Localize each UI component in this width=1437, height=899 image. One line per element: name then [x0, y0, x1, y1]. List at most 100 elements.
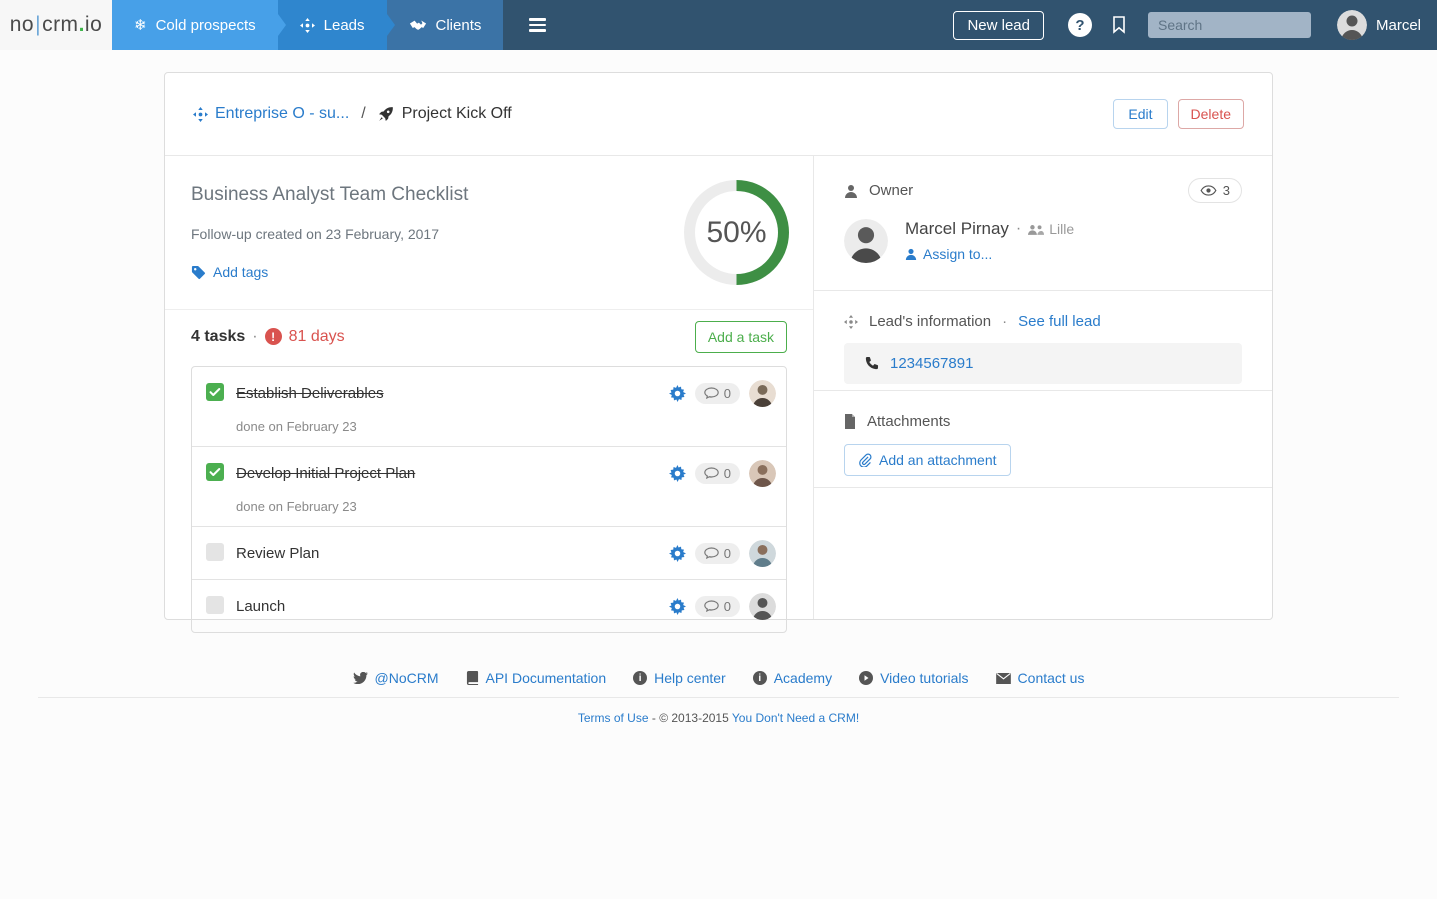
gear-icon[interactable]: [668, 544, 686, 562]
comments-button[interactable]: 0: [694, 595, 740, 617]
watchers-badge[interactable]: 3: [1187, 178, 1242, 203]
copyright-text: - © 2013-2015: [651, 711, 729, 725]
comment-bubble-icon: [704, 547, 719, 559]
footer-link-label: @NoCRM: [374, 670, 439, 686]
phone-number-link[interactable]: 1234567891: [890, 355, 973, 372]
footer-link-label: Video tutorials: [880, 670, 969, 686]
assign-to-link[interactable]: Assign to...: [905, 246, 992, 262]
gear-icon[interactable]: [668, 464, 686, 482]
edit-button[interactable]: Edit: [1113, 99, 1168, 129]
task-title[interactable]: Launch: [236, 598, 669, 615]
add-tags-label: Add tags: [213, 264, 269, 280]
info-icon: i: [752, 671, 767, 685]
gear-icon[interactable]: [668, 384, 686, 402]
logo-text-io: io: [84, 13, 103, 36]
info-icon: i: [633, 671, 648, 685]
comments-button[interactable]: 0: [694, 462, 740, 484]
tab-leads[interactable]: Leads: [277, 0, 395, 50]
menu-hamburger-icon[interactable]: [529, 18, 547, 32]
comments-button[interactable]: 0: [694, 542, 740, 564]
progress-ring: 50%: [684, 180, 789, 285]
task-done-date: done on February 23: [236, 498, 357, 514]
page: no | crm. io ❄ Cold prospects Leads Clients…: [0, 0, 1437, 899]
followup-card: Entreprise O - su... / Project Kick Off …: [164, 72, 1273, 633]
nocrm-logo[interactable]: no | crm. io: [0, 0, 112, 50]
see-full-lead-link[interactable]: See full lead: [1018, 313, 1101, 330]
user-name[interactable]: Marcel: [1376, 17, 1421, 34]
footer-link-label: Academy: [773, 670, 833, 686]
envelope-icon: [995, 672, 1011, 684]
crosshair-icon: [844, 314, 858, 329]
task-assignee-avatar[interactable]: [749, 379, 776, 407]
help-icon[interactable]: ?: [1067, 13, 1092, 37]
footer-link-label: API Documentation: [485, 670, 607, 686]
assign-to-label: Assign to...: [923, 246, 993, 262]
owner-heading: Owner: [869, 182, 914, 199]
tasks-dot: ·: [252, 327, 258, 345]
owner-team-label: Lille: [1049, 221, 1075, 237]
task-assignee-avatar[interactable]: [749, 459, 776, 487]
header-actions: Edit Delete: [1113, 99, 1244, 129]
footer-link-video-tutorials[interactable]: Video tutorials: [859, 670, 969, 686]
footer-link-help-center[interactable]: i Help center: [633, 670, 726, 686]
footer-link-api-docs[interactable]: API Documentation: [466, 670, 607, 686]
footer-link-contact-us[interactable]: Contact us: [995, 670, 1085, 686]
crosshair-icon: [299, 17, 315, 33]
search-input[interactable]: [1147, 12, 1311, 38]
person-icon: [844, 184, 858, 198]
play-icon: [859, 671, 874, 685]
tab-clients[interactable]: Clients: [386, 0, 504, 50]
lead-info-dot: ·: [1002, 313, 1008, 330]
add-task-button[interactable]: Add a task: [694, 320, 787, 353]
tasks-bar: 4 tasks · ! 81 days Add a task: [191, 310, 787, 366]
book-icon: [466, 671, 479, 685]
footer-link-academy[interactable]: i Academy: [752, 670, 833, 686]
watchers-count: 3: [1222, 183, 1230, 198]
task-list: Establish Deliverables 0 done on Februar…: [191, 365, 787, 633]
task-checkbox-checked[interactable]: [206, 462, 224, 481]
owner-dot: ·: [1015, 220, 1022, 237]
page-title: Project Kick Off: [378, 105, 512, 123]
rocket-icon: [378, 106, 394, 122]
task-row: Develop Initial Project Plan 0 done on F…: [192, 447, 786, 527]
task-title[interactable]: Establish Deliverables: [236, 385, 669, 402]
tab-cold-prospects[interactable]: ❄ Cold prospects: [112, 0, 286, 50]
brand-link[interactable]: You Don't Need a CRM!: [732, 711, 859, 725]
attachments-heading: Attachments: [867, 413, 951, 430]
task-assignee-avatar[interactable]: [749, 539, 776, 567]
gear-icon[interactable]: [668, 597, 686, 615]
task-title[interactable]: Develop Initial Project Plan: [236, 465, 669, 482]
eye-icon: [1200, 185, 1217, 196]
task-row: Establish Deliverables 0 done on Februar…: [192, 367, 786, 447]
add-attachment-button[interactable]: Add an attachment: [844, 444, 1011, 476]
navbar-right: New lead ? Marcel: [953, 10, 1437, 40]
owner-section: Owner 3 Marcel Pirnay · Lille Assign to.…: [814, 156, 1272, 291]
bookmark-icon[interactable]: [1112, 16, 1126, 34]
new-lead-button[interactable]: New lead: [953, 10, 1044, 40]
task-checkbox-unchecked[interactable]: [206, 542, 224, 561]
add-tags-link[interactable]: Add tags: [191, 264, 268, 280]
owner-avatar[interactable]: [844, 219, 888, 263]
tab-leads-label: Leads: [323, 16, 365, 34]
footer-divider: [38, 697, 1399, 698]
comment-bubble-icon: [704, 467, 719, 479]
lead-info-heading: Lead's information: [869, 313, 992, 330]
delete-button[interactable]: Delete: [1177, 99, 1244, 129]
terms-of-use-link[interactable]: Terms of Use: [578, 711, 649, 725]
progress-percent: 50%: [706, 215, 767, 249]
checklist-column: Business Analyst Team Checklist Follow-u…: [165, 156, 813, 633]
footer-link-twitter[interactable]: @NoCRM: [352, 670, 439, 686]
breadcrumb-lead-link[interactable]: Entreprise O - su...: [193, 105, 349, 123]
card-body: Business Analyst Team Checklist Follow-u…: [165, 156, 1272, 633]
add-attachment-label: Add an attachment: [879, 452, 997, 468]
footer-links: @NoCRM API Documentation i Help center i…: [0, 670, 1437, 686]
comment-count: 0: [723, 465, 731, 481]
comments-button[interactable]: 0: [694, 382, 740, 404]
task-checkbox-unchecked[interactable]: [206, 595, 224, 614]
task-assignee-avatar[interactable]: [749, 592, 776, 620]
footer-link-label: Contact us: [1017, 670, 1085, 686]
task-done-date: done on February 23: [236, 418, 357, 434]
task-title[interactable]: Review Plan: [236, 545, 669, 562]
task-checkbox-checked[interactable]: [206, 382, 224, 401]
user-avatar[interactable]: [1336, 10, 1367, 40]
